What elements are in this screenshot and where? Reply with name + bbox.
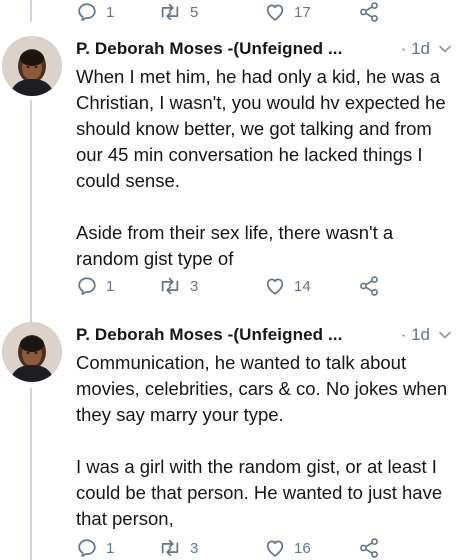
like-count: 14 (294, 277, 311, 295)
like-count: 16 (294, 539, 311, 557)
share-button[interactable] (358, 0, 380, 24)
chevron-down-icon (439, 45, 451, 53)
heart-icon (266, 4, 284, 21)
reply-button[interactable]: 1 (76, 274, 114, 298)
reply-icon (78, 539, 96, 558)
retweet-count: 3 (190, 277, 199, 295)
share-icon (360, 2, 378, 22)
retweet-button[interactable]: 5 (158, 0, 198, 24)
tweet-actions: 1 5 17 (76, 0, 396, 24)
avatar[interactable] (2, 322, 62, 382)
like-button[interactable]: 17 (264, 0, 311, 24)
reply-count: 1 (106, 277, 115, 295)
like-button[interactable]: 16 (264, 536, 311, 560)
retweet-count: 5 (190, 3, 199, 21)
avatar[interactable] (2, 36, 62, 96)
share-icon (360, 538, 378, 558)
chevron-down-icon (439, 331, 451, 339)
like-button[interactable]: 14 (264, 274, 311, 298)
retweet-icon (161, 539, 179, 557)
reply-icon (78, 277, 96, 296)
share-button[interactable] (358, 274, 380, 298)
reply-icon (78, 3, 96, 22)
author-name[interactable]: P. Deborah Moses -(Unfeigned ... (76, 325, 395, 345)
timestamp[interactable]: · 1d (401, 39, 430, 59)
author-name[interactable]: P. Deborah Moses -(Unfeigned ... (76, 39, 395, 59)
share-icon (360, 276, 378, 296)
tweet-text: Communication, he wanted to talk about m… (76, 352, 448, 529)
reply-count: 1 (106, 3, 115, 21)
retweet-icon (161, 277, 179, 295)
more-menu-button[interactable] (438, 42, 452, 56)
retweet-icon (161, 3, 179, 21)
reply-button[interactable]: 1 (76, 536, 114, 560)
retweet-button[interactable]: 3 (158, 274, 198, 298)
reply-count: 1 (106, 539, 115, 557)
more-menu-button[interactable] (438, 328, 452, 342)
retweet-count: 3 (190, 539, 199, 557)
share-button[interactable] (358, 536, 380, 560)
thread-line (30, 388, 32, 560)
reply-button[interactable]: 1 (76, 0, 114, 24)
heart-icon (266, 540, 284, 557)
retweet-button[interactable]: 3 (158, 536, 198, 560)
tweet-header: P. Deborah Moses -(Unfeigned ... · 1d (76, 36, 452, 62)
tweet-text: When I met him, he had only a kid, he wa… (76, 66, 446, 269)
tweet-actions: 1 3 16 (76, 536, 396, 560)
tweet-header: P. Deborah Moses -(Unfeigned ... · 1d (76, 322, 452, 348)
tweet-actions: 1 3 14 (76, 274, 396, 298)
like-count: 17 (294, 3, 311, 21)
thread-line (30, 0, 32, 22)
heart-icon (266, 278, 284, 295)
thread-line (30, 100, 32, 322)
timestamp[interactable]: · 1d (401, 325, 430, 345)
